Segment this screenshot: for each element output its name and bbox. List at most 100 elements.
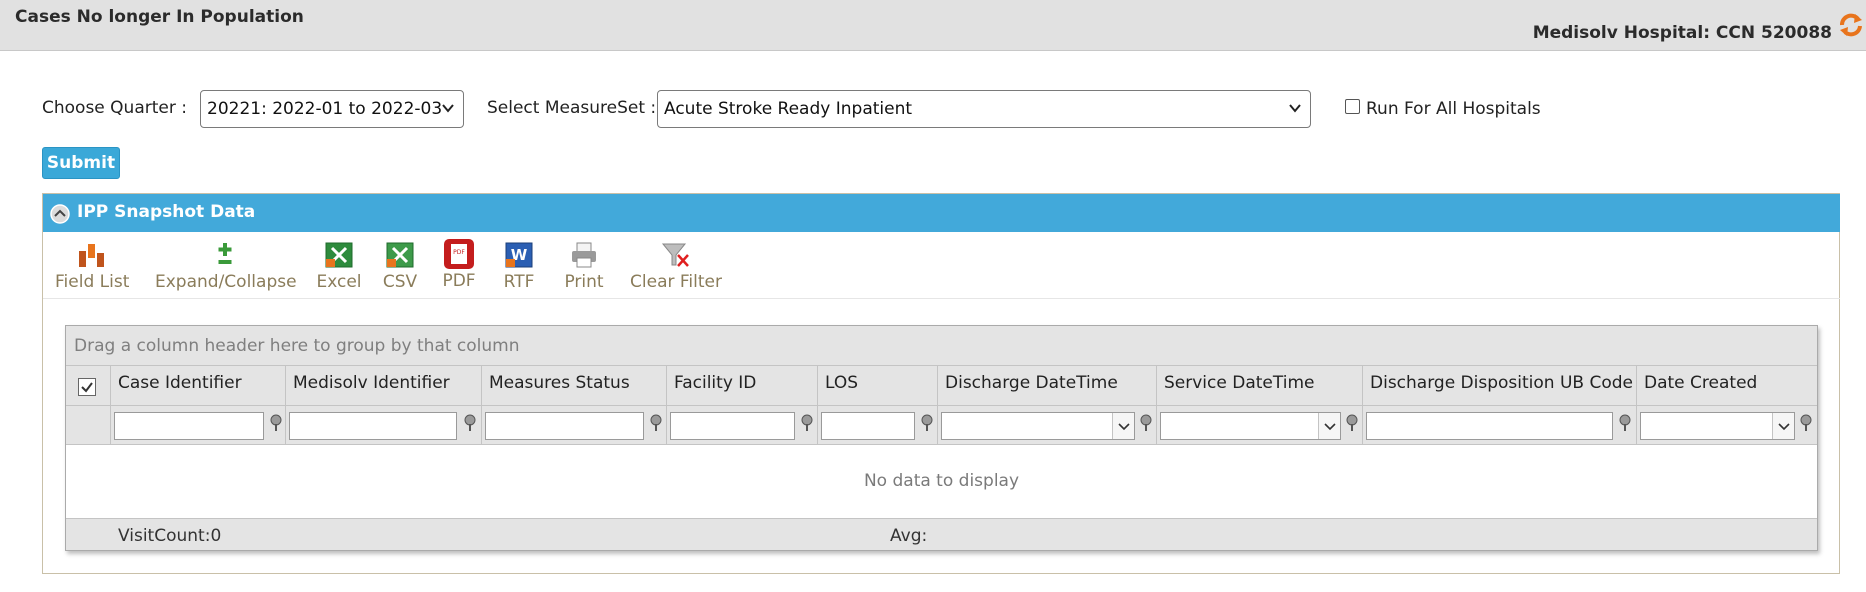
choose-quarter-label: Choose Quarter : bbox=[42, 98, 187, 118]
medisolv-identifier-filter-input[interactable] bbox=[289, 412, 457, 440]
pdf-label: PDF bbox=[442, 271, 476, 291]
print-icon bbox=[572, 242, 596, 268]
chevron-down-icon bbox=[1778, 423, 1790, 431]
filter-cell bbox=[938, 406, 1157, 444]
avg-summary: Avg: bbox=[890, 526, 928, 546]
run-all-hospitals-checkbox[interactable] bbox=[1345, 99, 1360, 114]
column-header-los[interactable]: LOS bbox=[818, 366, 938, 405]
discharge-datetime-filter-input[interactable] bbox=[941, 412, 1135, 440]
filter-spacer bbox=[66, 406, 111, 444]
filter-cell bbox=[111, 406, 286, 444]
filter-row bbox=[66, 406, 1817, 445]
chevron-down-icon bbox=[1289, 104, 1301, 113]
filter-icon[interactable] bbox=[920, 414, 934, 432]
grid-footer: VisitCount:0 Avg: bbox=[66, 518, 1817, 550]
select-all-checkbox[interactable] bbox=[78, 378, 96, 396]
submit-button[interactable]: Submit bbox=[42, 147, 120, 179]
chevron-down-icon bbox=[1324, 423, 1336, 431]
expand-collapse-button[interactable]: Expand/Collapse bbox=[155, 232, 297, 292]
print-button[interactable]: Print bbox=[557, 232, 611, 292]
export-toolbar: Field List Expand/Collapse Excel CSV PDF… bbox=[43, 232, 1840, 299]
run-all-hospitals-label[interactable]: Run For All Hospitals bbox=[1366, 99, 1541, 119]
refresh-icon[interactable] bbox=[1838, 12, 1864, 38]
filter-cell bbox=[667, 406, 818, 444]
filter-icon[interactable] bbox=[1139, 414, 1153, 432]
column-header-date-created[interactable]: Date Created bbox=[1637, 366, 1817, 405]
column-header-discharge-datetime[interactable]: Discharge DateTime bbox=[938, 366, 1157, 405]
check-icon bbox=[81, 382, 93, 393]
excel-label: Excel bbox=[316, 272, 362, 292]
quarter-select[interactable]: 20221: 2022-01 to 2022-03 bbox=[200, 90, 464, 128]
hospital-name: Medisolv Hospital: CCN 520088 bbox=[1532, 23, 1832, 43]
service-datetime-filter-input[interactable] bbox=[1160, 412, 1341, 440]
rtf-export-button[interactable]: W RTF bbox=[496, 232, 542, 292]
field-list-button[interactable]: Field List bbox=[55, 232, 130, 292]
rtf-label: RTF bbox=[503, 272, 535, 292]
panel-header[interactable]: IPP Snapshot Data bbox=[43, 194, 1840, 232]
excel-icon bbox=[325, 242, 353, 268]
field-list-label: Field List bbox=[55, 272, 130, 292]
column-header-case-identifier[interactable]: Case Identifier bbox=[111, 366, 286, 405]
column-title: Measures Status bbox=[489, 373, 630, 393]
clear-filter-icon bbox=[661, 243, 689, 267]
filter-icon[interactable] bbox=[1345, 414, 1359, 432]
measureset-select[interactable]: Acute Stroke Ready Inpatient bbox=[657, 90, 1311, 128]
chevron-down-icon bbox=[442, 104, 454, 113]
column-title: Discharge Disposition UB Code bbox=[1370, 373, 1633, 393]
column-header-medisolv-identifier[interactable]: Medisolv Identifier bbox=[286, 366, 482, 405]
filter-icon[interactable] bbox=[649, 414, 663, 432]
filter-icon[interactable] bbox=[463, 414, 477, 432]
empty-grid-message: No data to display bbox=[863, 471, 1020, 491]
column-header-row: Case Identifier Medisolv Identifier Meas… bbox=[66, 366, 1817, 406]
filter-cell bbox=[286, 406, 482, 444]
expand-collapse-label: Expand/Collapse bbox=[155, 272, 297, 292]
select-all-column bbox=[66, 366, 111, 405]
group-panel[interactable]: Drag a column header here to group by th… bbox=[66, 326, 1817, 366]
filter-icon[interactable] bbox=[800, 414, 814, 432]
filter-cell bbox=[1637, 406, 1817, 444]
csv-export-button[interactable]: CSV bbox=[375, 232, 425, 292]
column-title: Facility ID bbox=[674, 373, 757, 393]
column-header-service-datetime[interactable]: Service DateTime bbox=[1157, 366, 1363, 405]
filter-cell bbox=[1157, 406, 1363, 444]
column-header-discharge-disposition[interactable]: Discharge Disposition UB Code bbox=[1363, 366, 1637, 405]
panel-title: IPP Snapshot Data bbox=[77, 202, 256, 222]
pdf-icon: PDF bbox=[444, 239, 474, 269]
los-filter-input[interactable] bbox=[821, 412, 915, 440]
discharge-disposition-filter-input[interactable] bbox=[1366, 412, 1613, 440]
column-header-facility-id[interactable]: Facility ID bbox=[667, 366, 818, 405]
column-title: Discharge DateTime bbox=[945, 373, 1118, 393]
filter-icon[interactable] bbox=[1618, 414, 1632, 432]
field-list-icon bbox=[79, 244, 104, 267]
filter-icon[interactable] bbox=[1799, 414, 1813, 432]
expand-collapse-icon bbox=[218, 243, 232, 264]
collapse-icon[interactable] bbox=[50, 204, 70, 224]
chevron-down-icon bbox=[1118, 423, 1130, 431]
column-title: Medisolv Identifier bbox=[293, 373, 450, 393]
clear-filter-button[interactable]: Clear Filter bbox=[629, 232, 723, 292]
column-header-measures-status[interactable]: Measures Status bbox=[482, 366, 667, 405]
date-created-filter-input[interactable] bbox=[1640, 412, 1795, 440]
select-measureset-label: Select MeasureSet : bbox=[487, 98, 657, 118]
column-title: Service DateTime bbox=[1164, 373, 1315, 393]
top-header-bar: Cases No longer In Population Medisolv H… bbox=[0, 0, 1866, 51]
filter-cell bbox=[818, 406, 938, 444]
column-title: Case Identifier bbox=[118, 373, 242, 393]
date-dropdown-button[interactable] bbox=[1112, 413, 1134, 439]
csv-label: CSV bbox=[382, 272, 418, 292]
date-dropdown-button[interactable] bbox=[1772, 413, 1794, 439]
rtf-icon: W bbox=[505, 242, 533, 268]
page-title: Cases No longer In Population bbox=[15, 7, 304, 27]
measures-status-filter-input[interactable] bbox=[485, 412, 644, 440]
facility-id-filter-input[interactable] bbox=[670, 412, 795, 440]
excel-export-button[interactable]: Excel bbox=[315, 232, 363, 292]
pdf-export-button[interactable]: PDF PDF bbox=[435, 232, 483, 291]
filter-icon[interactable] bbox=[269, 414, 283, 432]
column-title: Date Created bbox=[1644, 373, 1758, 393]
svg-text:PDF: PDF bbox=[453, 249, 465, 256]
case-identifier-filter-input[interactable] bbox=[114, 412, 264, 440]
clear-filter-label: Clear Filter bbox=[630, 272, 722, 292]
date-dropdown-button[interactable] bbox=[1318, 413, 1340, 439]
filter-cell bbox=[1363, 406, 1637, 444]
measureset-select-value: Acute Stroke Ready Inpatient bbox=[664, 99, 913, 119]
